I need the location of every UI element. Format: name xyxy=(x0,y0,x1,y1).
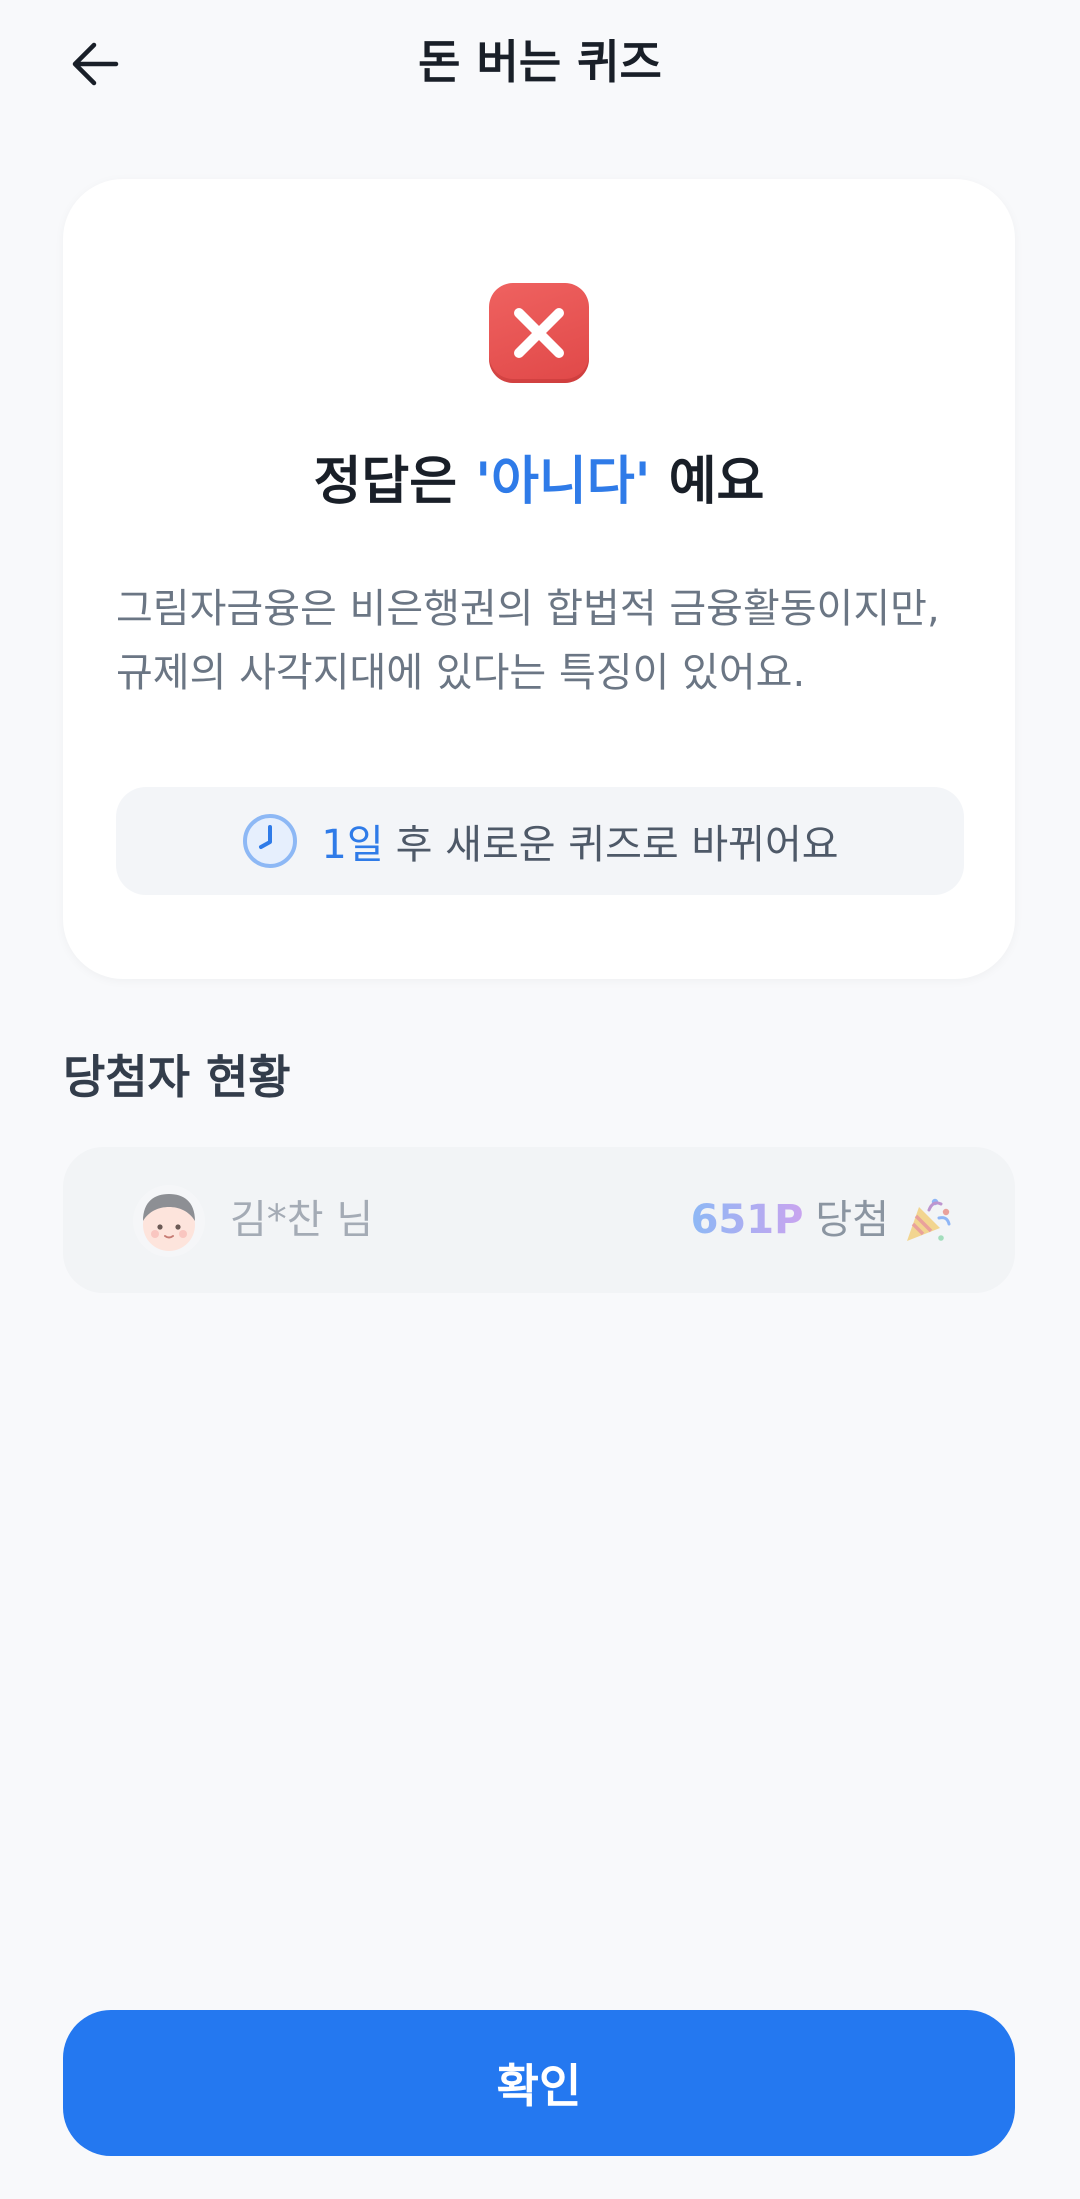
header: 돈 버는 퀴즈 xyxy=(0,0,1080,128)
winner-list-item: 김*찬 님 651P 당첨 xyxy=(63,1147,1015,1293)
answer-title-suffix: 예요 xyxy=(650,452,765,512)
party-popper-icon xyxy=(907,1198,951,1241)
avatar-icon xyxy=(133,1185,205,1257)
page-title: 돈 버는 퀴즈 xyxy=(418,35,662,89)
clock-icon xyxy=(243,814,298,868)
answer-explanation: 그림자금융은 비은행권의 합법적 금융활동이지만, 규제의 사각지대에 있다는 … xyxy=(116,577,976,705)
answer-title-prefix: 정답은 xyxy=(313,452,476,512)
winner-status: 당첨 xyxy=(815,1197,889,1243)
winners-title: 당첨자 현황 xyxy=(63,1050,291,1104)
countdown-text: 후 새로운 퀴즈로 바뀌어요 xyxy=(395,822,839,868)
winner-name: 김*찬 님 xyxy=(230,1197,374,1243)
winner-prize: 651P 당첨 xyxy=(691,1189,953,1251)
answer-title: 정답은 '아니다' 예요 xyxy=(63,447,1015,517)
confirm-button[interactable]: 확인 xyxy=(63,2010,1015,2156)
countdown-days: 1일 xyxy=(321,822,384,868)
answer-value: '아니다' xyxy=(475,452,651,512)
result-card: 정답은 '아니다' 예요 그림자금융은 비은행권의 합법적 금융활동이지만, 규… xyxy=(63,179,1015,979)
explanation-line-1: 그림자금융은 비은행권의 합법적 금융활동이지만, xyxy=(116,586,940,632)
x-mark-icon xyxy=(489,283,589,383)
next-quiz-countdown: 1일 후 새로운 퀴즈로 바뀌어요 xyxy=(116,787,964,895)
explanation-line-2: 규제의 사각지대에 있다는 특징이 있어요. xyxy=(116,650,806,696)
winner-points: 651P xyxy=(691,1189,804,1251)
